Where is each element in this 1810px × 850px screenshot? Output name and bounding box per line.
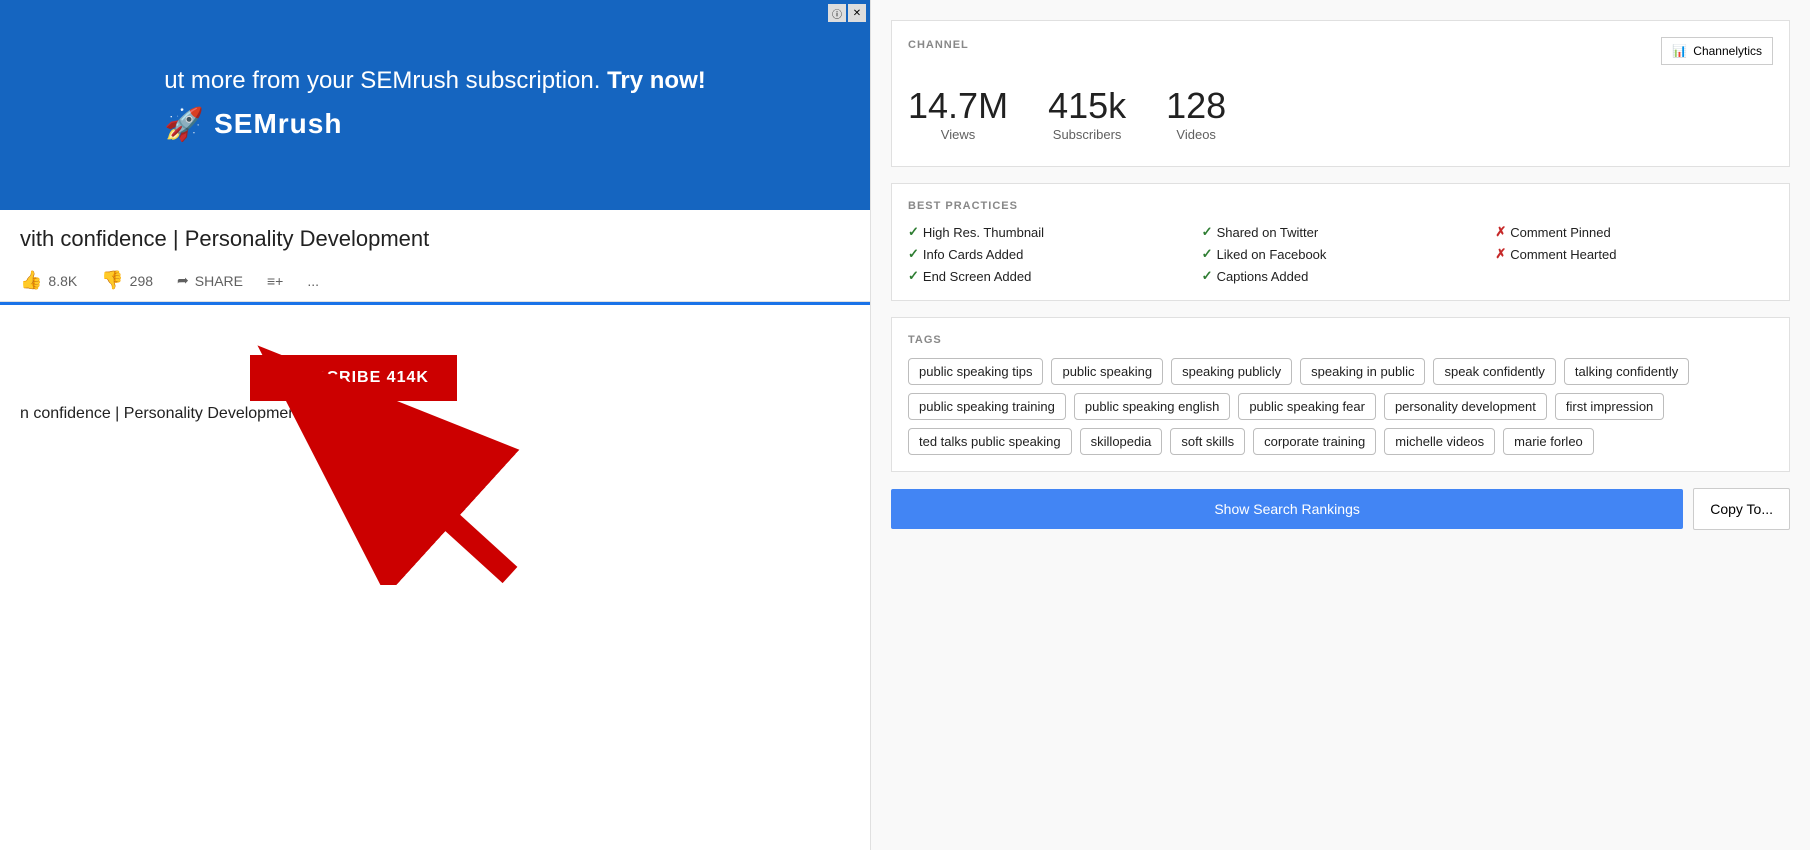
practice-label: End Screen Added — [923, 269, 1031, 284]
practice-label: Comment Hearted — [1510, 247, 1616, 262]
like-count: 8.8K — [48, 273, 77, 289]
tag-item[interactable]: public speaking training — [908, 393, 1066, 420]
tags-container: public speaking tips public speaking speak… — [908, 358, 1773, 455]
best-practices-section: BEST PRACTICES ✓ High Res. Thumbnail ✓ S… — [891, 183, 1790, 301]
subscribers-label: Subscribers — [1048, 127, 1126, 142]
tag-item[interactable]: michelle videos — [1384, 428, 1495, 455]
practice-comment-hearted: ✗ Comment Hearted — [1495, 246, 1773, 262]
dislike-button[interactable]: 👎 298 — [101, 270, 153, 291]
thumbs-up-icon: 👍 — [20, 270, 42, 291]
tag-item[interactable]: talking confidently — [1564, 358, 1689, 385]
check-icon: ✓ — [1202, 224, 1213, 240]
copy-to-button[interactable]: Copy To... — [1693, 488, 1790, 530]
tag-item[interactable]: corporate training — [1253, 428, 1376, 455]
tag-item[interactable]: speak confidently — [1433, 358, 1555, 385]
more-icon: ... — [307, 273, 319, 289]
practice-label: Liked on Facebook — [1217, 247, 1327, 262]
practices-grid: ✓ High Res. Thumbnail ✓ Shared on Twitte… — [908, 224, 1773, 284]
tag-item[interactable]: soft skills — [1170, 428, 1245, 455]
tag-item[interactable]: marie forleo — [1503, 428, 1594, 455]
tag-item[interactable]: speaking in public — [1300, 358, 1425, 385]
tag-item[interactable]: public speaking fear — [1238, 393, 1376, 420]
video-title-area: vith confidence | Personality Developmen… — [0, 210, 870, 260]
check-icon: ✓ — [908, 246, 919, 262]
tag-item[interactable]: public speaking english — [1074, 393, 1230, 420]
dislike-count: 298 — [130, 273, 153, 289]
practice-label: Info Cards Added — [923, 247, 1023, 262]
add-button[interactable]: ≡+ — [267, 273, 283, 289]
video-description-area: SUBSCRIBE 414K n confidence | Personalit… — [0, 305, 870, 850]
videos-value: 128 — [1166, 85, 1226, 127]
video-description-title: n confidence | Personality Development — [20, 405, 850, 423]
channelytics-button[interactable]: 📊 Channelytics — [1661, 37, 1773, 65]
tags-section: TAGS public speaking tipspublic speaking… — [891, 317, 1790, 472]
practice-high-res: ✓ High Res. Thumbnail — [908, 224, 1186, 240]
ad-text: ut more from your SEMrush subscription. … — [164, 67, 706, 95]
practice-label: Shared on Twitter — [1217, 225, 1319, 240]
cross-icon: ✗ — [1495, 224, 1506, 240]
tag-item[interactable]: first impression — [1555, 393, 1664, 420]
video-actions-bar: 👍 8.8K 👎 298 ➦ SHARE ≡+ ... — [0, 260, 870, 302]
practice-info-cards: ✓ Info Cards Added — [908, 246, 1186, 262]
ad-info-button[interactable]: ⓘ — [828, 4, 846, 22]
ad-close-button[interactable]: ✕ — [848, 4, 866, 22]
thumbs-down-icon: 👎 — [101, 270, 123, 291]
add-icon: ≡+ — [267, 273, 283, 289]
check-icon: ✓ — [1202, 246, 1213, 262]
subscribe-button[interactable]: SUBSCRIBE 414K — [250, 355, 457, 401]
views-stat: 14.7M Views — [908, 85, 1008, 142]
tag-item[interactable]: speaking publicly — [1171, 358, 1292, 385]
channel-section-header: CHANNEL — [908, 39, 969, 51]
show-rankings-button[interactable]: Show Search Rankings — [891, 489, 1683, 529]
share-icon: ➦ — [177, 272, 189, 289]
tag-item[interactable]: ted talks public speaking — [908, 428, 1072, 455]
share-button[interactable]: ➦ SHARE — [177, 272, 243, 289]
video-title: vith confidence | Personality Developmen… — [20, 226, 850, 252]
practice-label: Comment Pinned — [1510, 225, 1610, 240]
tag-item[interactable]: public speaking — [1051, 358, 1163, 385]
practice-label: High Res. Thumbnail — [923, 225, 1044, 240]
practice-liked-facebook: ✓ Liked on Facebook — [1202, 246, 1480, 262]
semrush-brand-name: SEMrush — [214, 108, 342, 140]
left-panel: ⓘ ✕ ut more from your SEMrush subscripti… — [0, 0, 870, 850]
like-button[interactable]: 👍 8.8K — [20, 270, 77, 291]
practice-comment-pinned: ✗ Comment Pinned — [1495, 224, 1773, 240]
ad-banner: ⓘ ✕ ut more from your SEMrush subscripti… — [0, 0, 870, 210]
views-label: Views — [908, 127, 1008, 142]
tag-item[interactable]: personality development — [1384, 393, 1547, 420]
tag-item[interactable]: public speaking tips — [908, 358, 1043, 385]
subscribers-value: 415k — [1048, 85, 1126, 127]
views-value: 14.7M — [908, 85, 1008, 127]
semrush-logo: 🚀 SEMrush — [164, 105, 706, 143]
channelytics-label: Channelytics — [1693, 44, 1762, 58]
more-button[interactable]: ... — [307, 273, 319, 289]
bottom-actions: Show Search Rankings Copy To... — [891, 488, 1790, 530]
check-icon: ✓ — [1202, 268, 1213, 284]
semrush-icon: 🚀 — [164, 105, 204, 143]
ad-content: ut more from your SEMrush subscription. … — [164, 67, 706, 143]
videos-stat: 128 Videos — [1166, 85, 1226, 142]
channel-stats-row: 14.7M Views 415k Subscribers 128 Videos — [908, 77, 1773, 150]
check-icon: ✓ — [908, 224, 919, 240]
channel-section: CHANNEL 📊 Channelytics 14.7M Views 415k … — [891, 20, 1790, 167]
practice-captions: ✓ Captions Added — [1202, 268, 1480, 284]
tags-section-header: TAGS — [908, 334, 1773, 346]
tag-item[interactable]: skillopedia — [1080, 428, 1163, 455]
share-label: SHARE — [195, 273, 243, 289]
cross-icon: ✗ — [1495, 246, 1506, 262]
practice-end-screen: ✓ End Screen Added — [908, 268, 1186, 284]
practice-shared-twitter: ✓ Shared on Twitter — [1202, 224, 1480, 240]
bar-chart-icon: 📊 — [1672, 44, 1687, 58]
check-icon: ✓ — [908, 268, 919, 284]
right-panel: CHANNEL 📊 Channelytics 14.7M Views 415k … — [870, 0, 1810, 850]
practice-label: Captions Added — [1217, 269, 1309, 284]
subscribers-stat: 415k Subscribers — [1048, 85, 1126, 142]
videos-label: Videos — [1166, 127, 1226, 142]
best-practices-header: BEST PRACTICES — [908, 200, 1773, 212]
